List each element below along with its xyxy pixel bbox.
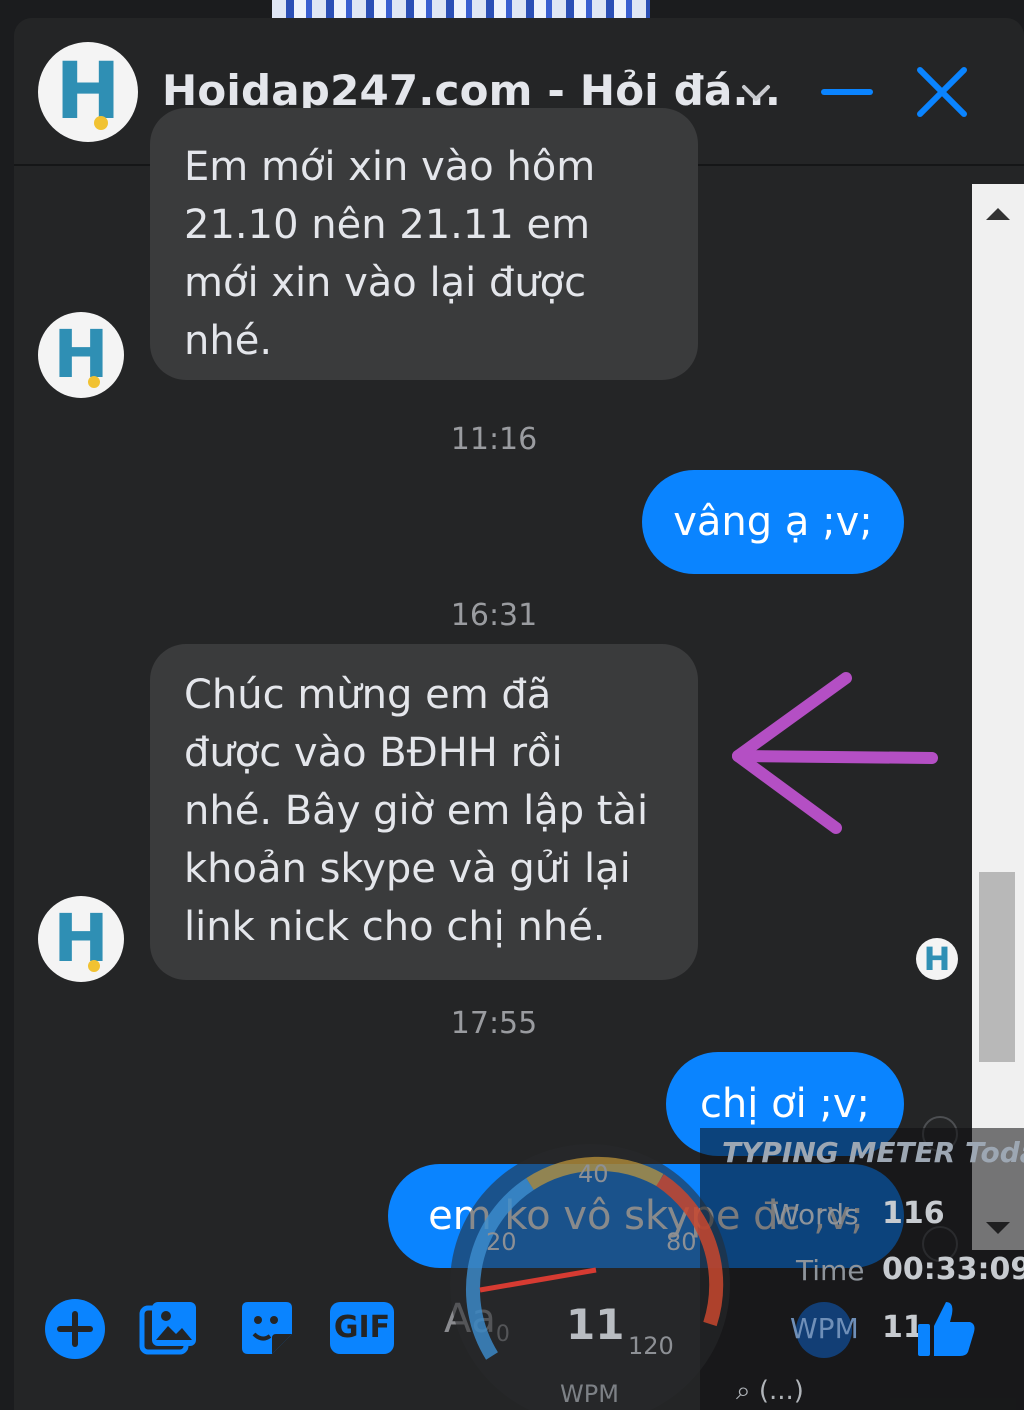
gauge-value: 11 xyxy=(566,1300,625,1349)
close-icon[interactable] xyxy=(912,62,972,122)
image-icon[interactable] xyxy=(138,1298,200,1360)
annotation-arrow xyxy=(732,672,938,834)
time-value: 00:33:09 xyxy=(882,1252,1024,1287)
like-icon[interactable] xyxy=(914,1296,978,1360)
gauge-tick: 120 xyxy=(628,1332,674,1360)
avatar-letter: H xyxy=(55,47,121,137)
gif-icon[interactable]: GIF xyxy=(330,1302,394,1354)
time-label: Time xyxy=(796,1254,865,1287)
scrollbar[interactable] xyxy=(972,184,1024,1250)
scrollbar-thumb[interactable] xyxy=(979,872,1015,1062)
message-bubble-outgoing: vâng ạ ;v; xyxy=(642,470,904,574)
sender-avatar: H xyxy=(38,312,124,398)
minimize-icon[interactable] xyxy=(820,72,874,112)
plus-icon[interactable] xyxy=(44,1298,106,1360)
sticker-icon[interactable] xyxy=(236,1298,298,1360)
message-bubble-incoming: Em mới xin vào hôm 21.10 nên 21.11 em mớ… xyxy=(150,108,698,380)
chevron-down-icon[interactable] xyxy=(738,78,774,108)
background-window-strip xyxy=(272,0,650,18)
scroll-up-icon[interactable] xyxy=(972,194,1024,234)
words-label: Words xyxy=(772,1198,859,1231)
gauge-unit: WPM xyxy=(560,1380,619,1408)
words-value: 116 xyxy=(882,1196,945,1231)
gauge-tick: 20 xyxy=(486,1228,517,1256)
gauge-tick: 80 xyxy=(666,1228,697,1256)
sender-avatar: H xyxy=(38,896,124,982)
message-bubble-incoming: Chúc mừng em đã được vào BĐHH rồi nhé. B… xyxy=(150,644,698,980)
timestamp: 16:31 xyxy=(450,598,538,633)
gauge-tick: 40 xyxy=(578,1160,609,1188)
page-avatar[interactable]: H xyxy=(38,42,138,142)
wpm-label: WPM xyxy=(790,1312,859,1345)
timestamp: 11:16 xyxy=(450,422,538,457)
seen-avatar: H xyxy=(916,938,958,980)
typing-meter-title: TYPING METER Toda xyxy=(722,1136,1024,1169)
timestamp: 17:55 xyxy=(450,1006,538,1041)
meter-search[interactable]: ⌕ (...) xyxy=(736,1376,804,1407)
